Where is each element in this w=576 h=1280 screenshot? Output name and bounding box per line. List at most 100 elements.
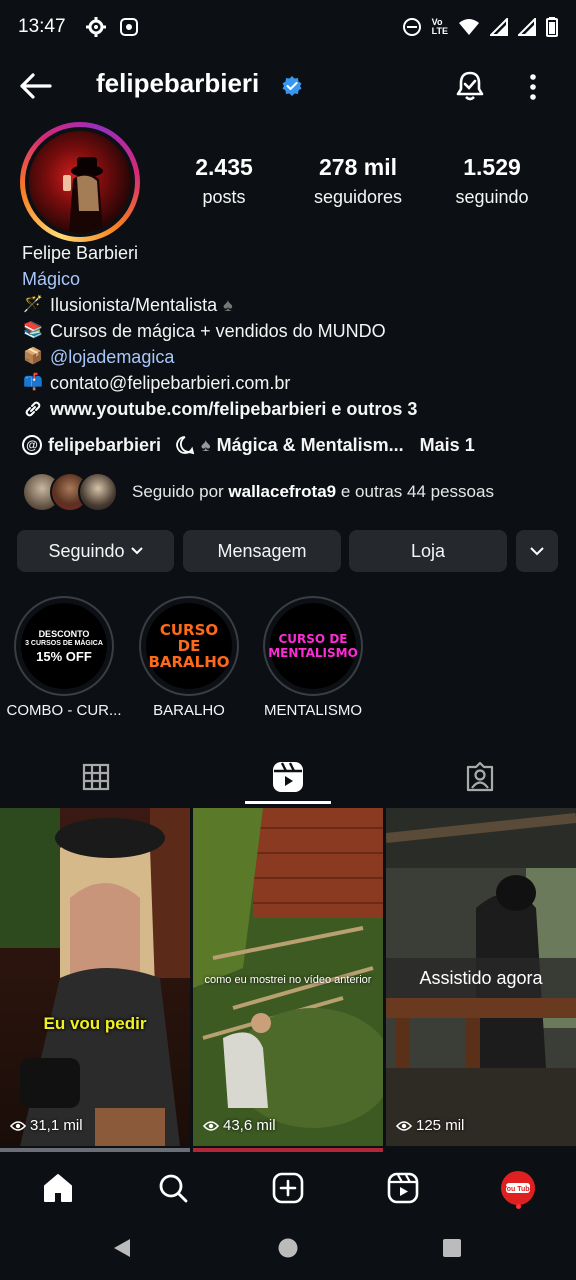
message-button[interactable]: Mensagem (183, 530, 341, 572)
channel-name[interactable]: Mágica & Mentalism... (217, 435, 404, 456)
highlight-cover-text: CURSO DE (278, 632, 348, 646)
profile-avatar-icon: You Tube (501, 1171, 535, 1205)
watched-now-label: Assistido agora (419, 968, 543, 988)
channel-spade-icon: ♠ (201, 434, 211, 455)
status-time: 13:47 (18, 16, 66, 37)
reel-thumbnail-1[interactable]: Eu vou pedir 31,1 mil (0, 808, 190, 1146)
back-button[interactable] (18, 70, 58, 102)
profile-avatar[interactable] (20, 122, 140, 242)
avatar-photo (29, 131, 131, 233)
wifi-icon (459, 19, 479, 35)
threads-icon: @ (22, 435, 42, 455)
followers-label: seguidores (313, 187, 403, 207)
nav-profile[interactable]: You Tube (498, 1168, 538, 1208)
nav-home[interactable] (38, 1168, 78, 1208)
spade-icon: ♠ (223, 295, 233, 315)
bottom-navigation: You Tube (0, 1154, 576, 1220)
highlight-mentalismo[interactable]: CURSO DE MENTALISMO (263, 596, 363, 696)
following-count[interactable]: 1.529 seguindo (422, 154, 562, 208)
kebab-menu-icon (530, 74, 536, 100)
home-icon (44, 1174, 72, 1202)
highlight-label-mentalismo: MENTALISMO (263, 702, 363, 719)
grid-icon (82, 763, 110, 791)
threads-channel-row: @ felipebarbieri ♠ Mágica & Mentalism...… (22, 432, 475, 458)
channel-icon (176, 436, 195, 455)
bio-line-2: 📚 Cursos de mágica + vendidos do MUNDO (22, 318, 562, 344)
signal-icon (490, 18, 508, 36)
dnd-icon (402, 18, 421, 36)
highlight-cover-text: BARALHO (148, 653, 230, 671)
highlight-cover-text: 3 CURSOS DE MÁGICA (25, 639, 103, 647)
tagged-user-icon (466, 762, 494, 792)
tab-posts-grid[interactable] (0, 750, 192, 804)
nav-search[interactable] (153, 1168, 193, 1208)
back-arrow-icon (20, 73, 52, 99)
settings-icon (85, 17, 106, 37)
eye-icon (203, 1120, 219, 1131)
signal-icon-2 (518, 18, 536, 36)
tab-tagged[interactable] (384, 750, 576, 804)
active-tab-indicator (245, 801, 331, 804)
highlight-baralho[interactable]: CURSO DE BARALHO (139, 596, 239, 696)
reel-views-3: 125 mil (396, 1117, 464, 1134)
views-count: 31,1 mil (30, 1117, 83, 1134)
posts-value: 2.435 (195, 154, 253, 180)
chevron-down-icon (130, 547, 143, 555)
bio-line-4: 📫 contato@felipebarbieri.com.br (22, 370, 562, 396)
nav-create[interactable] (268, 1168, 308, 1208)
followed-by-row[interactable]: Seguido por wallacefrota9 e outras 44 pe… (22, 470, 494, 514)
highlight-cover-baralho: CURSO DE BARALHO (146, 603, 232, 689)
highlight-label-baralho: BARALHO (153, 702, 225, 719)
highlight-cover-mentalismo: CURSO DE MENTALISMO (268, 603, 358, 689)
more-links[interactable]: Mais 1 (420, 435, 475, 456)
highlight-cover-combo: DESCONTO 3 CURSOS DE MÁGICA 15% OFF (21, 603, 107, 689)
posts-count[interactable]: 2.435 posts (154, 154, 294, 208)
back-triangle-icon[interactable] (110, 1236, 134, 1260)
reel-views-2: 43,6 mil (203, 1117, 276, 1134)
followed-by-prefix: Seguido por (132, 482, 229, 501)
bio-line-3: 📦 @lojademagica (22, 344, 562, 370)
following-button-label: Seguindo (48, 540, 125, 561)
followers-value: 278 mil (319, 154, 397, 180)
followers-count[interactable]: 278 mil seguidores (288, 154, 428, 208)
profile-bio: Felipe Barbieri Mágico 🪄 Ilusionista/Men… (22, 240, 562, 422)
tab-reels[interactable] (192, 750, 384, 804)
profile-category[interactable]: Mágico (22, 266, 562, 292)
bell-check-icon (456, 71, 484, 101)
bio-line-5[interactable]: www.youtube.com/felipebarbieri e outros … (22, 396, 562, 422)
reel-thumbnail-2[interactable]: como eu mostrei no vídeo anterior 43,6 m… (193, 808, 383, 1146)
more-options-button[interactable] (520, 70, 546, 104)
highlight-cover-text: 15% OFF (36, 648, 92, 664)
verified-badge-icon (282, 76, 302, 96)
system-navigation-bar (0, 1220, 576, 1280)
notifications-button[interactable] (452, 68, 488, 104)
reels-nav-icon (387, 1172, 419, 1204)
bio-text-2: Cursos de mágica + vendidos do MUNDO (50, 321, 386, 341)
highlight-cover-text: CURSO DE (159, 621, 219, 655)
mention-link[interactable]: @lojademagica (50, 344, 174, 370)
package-icon: 📦 (23, 348, 43, 365)
chevron-down-icon (530, 546, 544, 555)
eye-icon (396, 1120, 412, 1131)
threads-handle[interactable]: felipebarbieri (48, 435, 161, 456)
home-circle-icon[interactable] (277, 1237, 299, 1259)
message-button-label: Mensagem (217, 540, 307, 561)
following-button[interactable]: Seguindo (17, 530, 174, 572)
suggestions-button[interactable] (516, 530, 558, 572)
reel-image-1 (0, 808, 190, 1146)
profile-header: felipebarbieri (0, 58, 576, 114)
highlight-combo[interactable]: DESCONTO 3 CURSOS DE MÁGICA 15% OFF (14, 596, 114, 696)
nav-reels[interactable] (383, 1168, 423, 1208)
views-count: 125 mil (416, 1117, 465, 1134)
external-link[interactable]: www.youtube.com/felipebarbieri e outros … (50, 396, 417, 422)
link-icon (25, 401, 41, 417)
following-value: 1.529 (463, 154, 521, 180)
recents-square-icon[interactable] (442, 1238, 462, 1258)
display-name: Felipe Barbieri (22, 243, 139, 263)
shop-button[interactable]: Loja (349, 530, 507, 572)
bio-email: contato@felipebarbieri.com.br (50, 373, 291, 393)
follower-avatar-3 (78, 472, 118, 512)
reel-thumbnail-3[interactable]: Assistido agora 125 mil (386, 808, 576, 1146)
profile-active-dot (516, 1204, 521, 1209)
battery-icon (546, 17, 558, 37)
